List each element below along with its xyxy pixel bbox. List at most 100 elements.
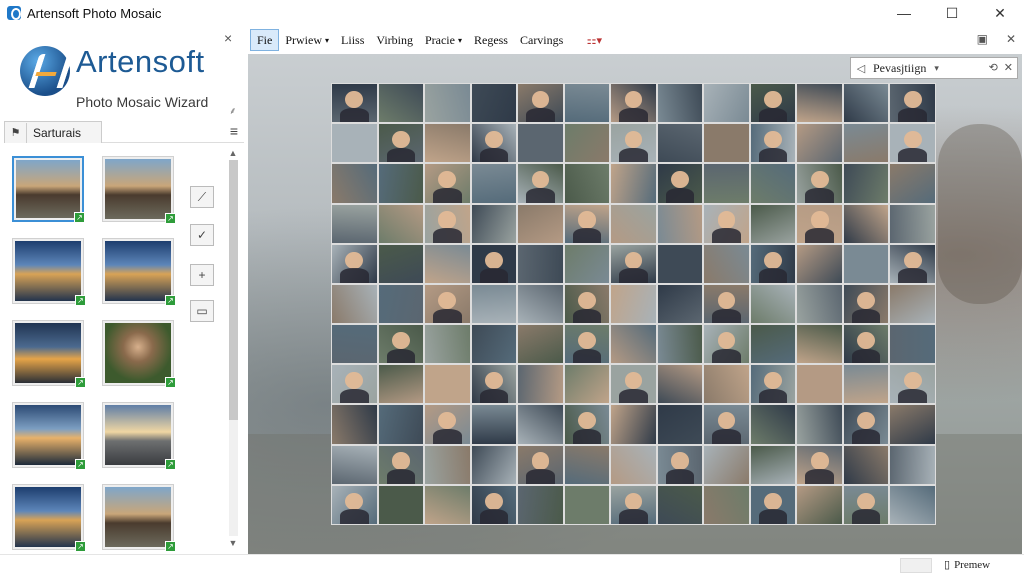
thumbnail-scrollbar[interactable]: ▲ ▼ [226,146,240,550]
expand-badge-icon[interactable]: ↗ [74,212,85,223]
mosaic-tile [890,365,935,404]
sample-panel: × Artensoft Photo Mosaic Wizard ⸙ ⚑ Sart… [0,26,246,554]
add-tool-icon[interactable]: + [190,264,214,286]
mosaic-tile [890,84,935,123]
mosaic-tile [797,365,842,404]
sample-thumbnail[interactable]: ↗ [12,484,86,551]
sample-thumbnail[interactable]: ↗ [102,484,176,551]
mosaic-tile [890,284,935,324]
mosaic-canvas[interactable] [248,54,1022,554]
menu-item-5[interactable]: Regess [468,29,514,51]
expand-badge-icon[interactable]: ↗ [165,213,176,224]
mosaic-tile [518,164,563,203]
status-preview-button[interactable]: ▯ Premew [944,558,990,572]
mosaic-tile [471,164,517,203]
scroll-down-icon[interactable]: ▼ [226,536,240,550]
mosaic-tile [332,204,377,243]
close-preview-icon[interactable]: ✕ [1004,61,1013,74]
mosaic-tile [890,204,935,243]
sample-thumbnail[interactable]: ↗ [102,156,176,224]
mosaic-tile [564,204,610,243]
thumbnail-image [105,241,171,301]
mosaic-tile [657,365,703,404]
expand-badge-icon[interactable]: ↗ [75,541,86,551]
menu-item-3[interactable]: Virbing [370,29,419,51]
menu-item-2[interactable]: Liiss [335,29,370,51]
panel-close-icon[interactable]: × [224,30,232,46]
sample-thumbnail[interactable]: ↗ [12,156,85,223]
sample-thumbnail[interactable]: ↗ [12,238,86,306]
samples-tab-bar: ⚑ Sarturais ≡ [4,121,244,143]
close-button[interactable]: ✕ [976,0,1024,26]
tab-samples[interactable]: ⚑ Sarturais [4,121,103,143]
scroll-thumb[interactable] [229,160,238,420]
close-pane-icon[interactable]: ✕ [1006,32,1016,46]
sample-thumbnail[interactable]: ↗ [102,402,176,470]
menu-item-6[interactable]: Carvings [514,29,569,51]
menu-item-label: Regess [473,32,508,47]
preview-icon: ▯ [944,559,951,571]
pin-icon[interactable]: ⸙ [229,103,237,117]
layout-grid-icon[interactable]: ⚏▾ [579,29,609,51]
panel-menu-icon[interactable]: ≡ [230,123,238,139]
dock-icon[interactable]: ▣ [977,32,988,46]
sample-thumbnail[interactable]: ↗ [12,320,86,388]
expand-badge-icon[interactable]: ↗ [165,295,176,306]
mosaic-tile [704,405,749,444]
mosaic-tile [750,325,796,364]
logo-name: Artensoft [76,44,205,79]
mosaic-tile [890,405,935,444]
mosaic-tile [890,244,935,284]
mosaic-tile [471,325,517,364]
mosaic-tile [611,284,656,324]
mosaic-tile [704,244,749,283]
sample-thumbnail[interactable]: ↗ [102,238,176,306]
photo-mosaic[interactable] [331,83,936,525]
mosaic-tile [425,124,470,163]
mosaic-tile [704,204,749,243]
mosaic-tile [797,204,842,243]
expand-badge-icon[interactable]: ↗ [165,459,176,470]
expand-badge-icon[interactable]: ↗ [75,377,86,388]
frame-tool-icon[interactable]: ▭ [190,300,214,322]
mosaic-tile [518,244,563,283]
mosaic-tile [378,84,424,123]
mosaic-tile [425,244,470,283]
mosaic-tile [564,405,610,444]
brush-tool-icon[interactable]: ⟋ [190,186,214,208]
check-tool-icon[interactable]: ✓ [190,224,214,246]
mosaic-tile [518,284,563,324]
mosaic-tile [657,485,703,524]
minimize-button[interactable]: — [880,0,928,26]
mosaic-tile [378,405,424,444]
mosaic-tile [843,325,889,364]
mosaic-tile [332,485,377,525]
scroll-track[interactable] [229,160,238,536]
preview-dropdown[interactable]: ◁ Pevasjtiign ▾ ⟲ ✕ [850,57,1018,79]
mosaic-tile [378,445,424,484]
sample-thumbnail[interactable]: ↗ [12,402,86,470]
menu-item-4[interactable]: Pracie ▾ [419,29,468,51]
thumbnail-image [105,405,171,465]
scroll-up-icon[interactable]: ▲ [226,146,240,160]
sample-thumbnail[interactable]: ↗ [102,320,176,388]
menu-item-0[interactable]: Fie [250,29,280,51]
mosaic-tile [378,365,424,404]
thumbnail-image [16,160,80,218]
maximize-button[interactable]: ☐ [928,0,976,26]
menu-item-1[interactable]: Prwiew ▾ [279,29,335,51]
tab-samples-label: Sarturais [33,125,82,140]
toolbar-right: ▣ ✕ [977,32,1016,46]
refresh-icon[interactable]: ⟲ [989,61,998,74]
mosaic-tile [704,84,749,123]
expand-badge-icon[interactable]: ↗ [75,459,86,470]
expand-badge-icon[interactable]: ↗ [75,295,86,306]
mosaic-tile [704,124,749,163]
expand-badge-icon[interactable]: ↗ [165,377,176,388]
mosaic-tile [611,164,656,203]
logo-mark-icon [20,46,70,96]
mosaic-tile [750,365,796,404]
chevron-down-icon: ▾ [325,35,330,45]
mosaic-tile [797,244,842,283]
expand-badge-icon[interactable]: ↗ [165,541,176,551]
